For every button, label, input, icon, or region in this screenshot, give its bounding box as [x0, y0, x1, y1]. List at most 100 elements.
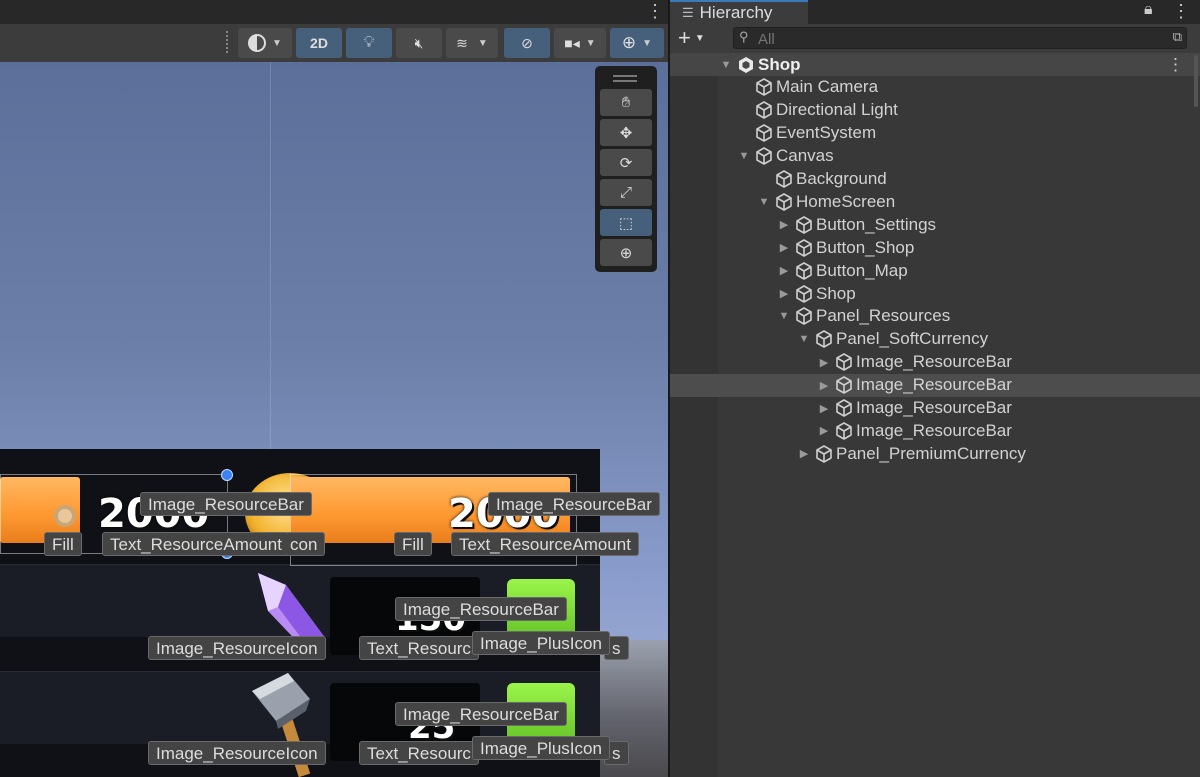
- search-field[interactable]: ⚲ ⧉: [733, 27, 1187, 49]
- gizmos-button[interactable]: ⊕ ▼: [610, 28, 664, 58]
- hidden-objects-toggle[interactable]: ⊘: [504, 28, 550, 58]
- chevron-right-icon[interactable]: ▶: [816, 402, 832, 415]
- hierarchy-item[interactable]: ▶ Panel_PremiumCurrency: [670, 442, 1200, 465]
- hierarchy-item[interactable]: ▼ Panel_Resources: [670, 305, 1200, 328]
- hierarchy-item[interactable]: Background: [670, 168, 1200, 191]
- chevron-right-icon[interactable]: ▶: [776, 241, 792, 254]
- hierarchy-item[interactable]: ▶ Image_ResourceBar: [670, 397, 1200, 420]
- mode-2d-toggle[interactable]: 2D: [296, 28, 342, 58]
- rotate-tool-button[interactable]: ⟳: [600, 149, 652, 176]
- scene-menu-icon[interactable]: ⋮: [1167, 55, 1184, 75]
- chevron-right-icon[interactable]: ▶: [776, 218, 792, 231]
- gameobject-cube-icon: [794, 215, 814, 235]
- gameobject-cube-icon: [774, 169, 794, 189]
- hierarchy-tab-bar: ☰ Hierarchy 🔒︎ ⋮: [670, 0, 1200, 24]
- audio-mute-icon: 🔇︎: [414, 34, 424, 51]
- gameobject-cube-icon: [754, 146, 774, 166]
- scrollbar[interactable]: [1194, 55, 1198, 107]
- hierarchy-item-label: EventSystem: [776, 123, 877, 143]
- list-icon: ☰: [682, 5, 694, 20]
- shading-sphere-icon: [248, 34, 267, 52]
- hierarchy-item[interactable]: ▶ Image_ResourceBar: [670, 373, 1200, 397]
- gameobject-cube-icon: [834, 352, 854, 372]
- unity-scene-icon: [736, 55, 756, 75]
- hierarchy-item[interactable]: ▼ Panel_SoftCurrency: [670, 328, 1200, 351]
- chevron-down-icon[interactable]: ▼: [718, 59, 734, 71]
- hierarchy-item[interactable]: Directional Light: [670, 99, 1200, 122]
- rect-tool-button[interactable]: ⬚: [600, 209, 652, 236]
- gameobject-cube-icon: [794, 238, 814, 258]
- draw-mode-button[interactable]: ▼: [238, 28, 292, 58]
- gameobject-cube-icon: [794, 306, 814, 326]
- hierarchy-item[interactable]: ▶ Button_Settings: [670, 213, 1200, 236]
- hierarchy-item[interactable]: ▶ Button_Map: [670, 259, 1200, 282]
- gizmo-label: Fill: [44, 532, 82, 556]
- gizmo-label: Fill: [394, 532, 432, 556]
- transform-tool-button[interactable]: ⊕: [600, 239, 652, 266]
- chevron-right-icon[interactable]: ▶: [816, 424, 832, 437]
- gameobject-cube-icon: [754, 100, 774, 120]
- overlay-drag-handle[interactable]: [613, 75, 637, 77]
- scene-more-menu-icon[interactable]: ⋮: [646, 1, 664, 22]
- hierarchy-item-label: Button_Settings: [816, 214, 937, 234]
- gameobject-cube-icon: [834, 421, 854, 441]
- overlay-drag-handle[interactable]: [613, 80, 637, 82]
- hierarchy-item[interactable]: ▶ Image_ResourceBar: [670, 351, 1200, 374]
- hierarchy-toolbar: + ▼ ⚲ ⧉: [670, 24, 1200, 53]
- gameobject-cube-icon: [794, 284, 814, 304]
- gizmo-label: Text_ResourceAmount: [102, 532, 290, 556]
- transform-icon: ⊕: [619, 244, 633, 262]
- hierarchy-item[interactable]: EventSystem: [670, 122, 1200, 145]
- camera-icon: ■◂: [564, 34, 580, 51]
- hierarchy-item[interactable]: ▶ Image_ResourceBar: [670, 419, 1200, 442]
- lighting-toggle[interactable]: 💡︎: [346, 28, 392, 58]
- hierarchy-item-label: Canvas: [776, 146, 834, 166]
- camera-settings-button[interactable]: ■◂ ▼: [554, 28, 606, 58]
- hierarchy-item-label: Button_Map: [816, 260, 908, 280]
- chevron-down-icon[interactable]: ▼: [756, 196, 772, 208]
- lock-icon[interactable]: 🔒︎: [1144, 1, 1153, 19]
- more-menu-icon[interactable]: ⋮: [1172, 1, 1190, 22]
- hierarchy-tree[interactable]: ▼ Shop ⋮ Main Camera Directional Light EventS…: [670, 53, 1200, 777]
- gizmo-label: Image_ResourceBar: [488, 492, 660, 516]
- chevron-right-icon[interactable]: ▶: [776, 264, 792, 277]
- search-input[interactable]: [756, 29, 1160, 49]
- chevron-right-icon[interactable]: ▶: [816, 379, 832, 392]
- gizmo-label: Image_ResourceBar: [395, 702, 567, 726]
- scene-root-item[interactable]: ▼ Shop ⋮: [670, 53, 1200, 76]
- chevron-down-icon[interactable]: ▼: [736, 150, 752, 162]
- gizmo-label: Image_PlusIcon: [472, 631, 610, 655]
- tab-hierarchy[interactable]: ☰ Hierarchy: [670, 0, 808, 24]
- gameobject-cube-icon: [754, 77, 774, 97]
- chevron-right-icon[interactable]: ▶: [816, 356, 832, 369]
- hierarchy-item-label: Main Camera: [776, 77, 879, 97]
- chevron-right-icon[interactable]: ▶: [776, 287, 792, 300]
- chevron-down-icon[interactable]: ▼: [776, 310, 792, 322]
- hierarchy-item-label: Panel_SoftCurrency: [836, 329, 989, 349]
- scale-tool-button[interactable]: ⤢: [600, 179, 652, 206]
- hierarchy-item[interactable]: ▼ Canvas: [670, 145, 1200, 168]
- hand-tool-button[interactable]: ✋︎: [600, 89, 652, 116]
- hierarchy-item[interactable]: ▶ Button_Shop: [670, 236, 1200, 259]
- chevron-right-icon[interactable]: ▶: [796, 447, 812, 460]
- rect-handle[interactable]: [221, 469, 233, 481]
- tab-hierarchy-label: Hierarchy: [699, 3, 773, 22]
- hierarchy-item[interactable]: ▼ HomeScreen: [670, 190, 1200, 213]
- chevron-down-icon[interactable]: ▼: [796, 333, 812, 345]
- gizmo-label: Text_ResourceAmount: [451, 532, 639, 556]
- scene-view[interactable]: ⋮ ▼ 2D 💡︎ 🔇︎ ≋ ▼ ⊘ ■◂ ▼ ⊕ ▼ ✋︎ ✥ ⟳ ⤢ ⬚ ⊕…: [0, 0, 668, 777]
- hierarchy-item[interactable]: ▶ Shop: [670, 282, 1200, 305]
- search-options-icon[interactable]: ⧉: [1173, 29, 1182, 45]
- create-button[interactable]: + ▼: [678, 25, 718, 50]
- effects-button[interactable]: ≋ ▼: [446, 28, 498, 58]
- audio-toggle[interactable]: 🔇︎: [396, 28, 442, 58]
- move-tool-button[interactable]: ✥: [600, 119, 652, 146]
- hierarchy-item-label: Directional Light: [776, 100, 898, 120]
- hierarchy-item-label: Panel_PremiumCurrency: [836, 443, 1026, 463]
- hierarchy-item[interactable]: Main Camera: [670, 76, 1200, 99]
- visibility-off-icon: ⊘: [521, 34, 533, 51]
- gameobject-cube-icon: [834, 398, 854, 418]
- gameobject-cube-icon: [774, 192, 794, 212]
- rotate-icon: ⟳: [619, 154, 633, 172]
- hierarchy-item-label: Image_ResourceBar: [856, 398, 1012, 417]
